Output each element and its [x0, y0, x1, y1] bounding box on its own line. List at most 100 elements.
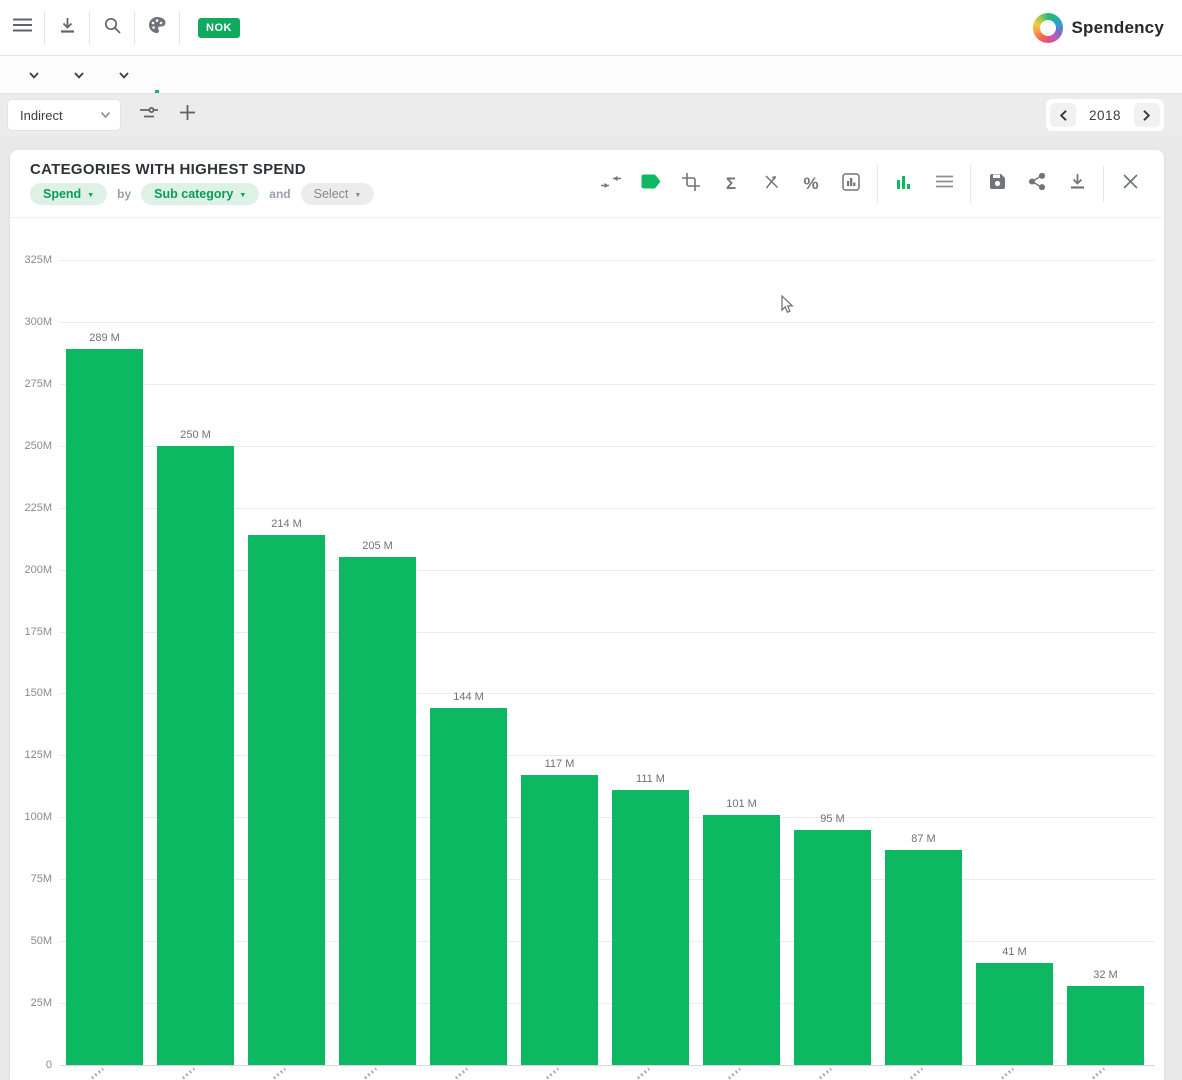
bar-sub-category-9[interactable] — [794, 830, 871, 1065]
chart-toolbar: Σ% — [591, 150, 1150, 218]
bar-sub-category-8[interactable] — [703, 815, 780, 1065]
select-pill-label: Select — [314, 187, 349, 201]
save-button[interactable] — [977, 164, 1017, 204]
bar-sub-category-6[interactable] — [521, 775, 598, 1065]
x-axis-label-cutoff — [364, 1068, 377, 1080]
save-icon — [989, 173, 1006, 195]
plot-area: 289 M250 M214 M205 M144 M117 M111 M101 M… — [60, 260, 1155, 1065]
percent-button[interactable]: % — [791, 164, 831, 204]
merge-arrows-button[interactable] — [591, 164, 631, 204]
x-axis-label-cutoff — [819, 1068, 832, 1080]
menu-button[interactable] — [0, 0, 44, 56]
y-axis-tick-label: 300M — [10, 316, 52, 328]
sigma-icon: Σ — [726, 174, 736, 194]
next-year-button[interactable] — [1134, 103, 1160, 127]
tab-categories[interactable] — [143, 56, 171, 93]
year-navigator: 2018 — [1046, 99, 1164, 131]
brand-name: Spendency — [1072, 18, 1165, 38]
filter-button[interactable] — [130, 100, 168, 130]
download-icon — [59, 17, 76, 39]
bar-sub-category-10[interactable] — [885, 850, 962, 1065]
crop-button[interactable] — [671, 164, 711, 204]
list-button[interactable] — [924, 164, 964, 204]
percent-icon: % — [803, 174, 818, 194]
tab-standard-spaces[interactable] — [8, 56, 53, 93]
download-button[interactable] — [45, 0, 89, 56]
summary-stats — [545, 0, 650, 56]
palette-icon — [148, 16, 166, 39]
list-icon — [936, 175, 953, 193]
bar-value-label: 87 M — [885, 833, 962, 845]
tab-my-spaces[interactable] — [53, 56, 98, 93]
previous-year-button[interactable] — [1050, 103, 1076, 127]
x-axis-label-cutoff — [91, 1068, 104, 1080]
bar-sub-category-3[interactable] — [248, 535, 325, 1065]
share-button[interactable] — [1017, 164, 1057, 204]
measure-pill[interactable]: Spend▼ — [30, 183, 107, 205]
y-axis-tick-label: 200M — [10, 564, 52, 576]
filter-icon — [140, 106, 158, 124]
bar-chart-icon — [896, 174, 912, 195]
group-by-pill[interactable]: Sub category▼ — [141, 183, 259, 205]
chevron-down-icon: ▼ — [354, 192, 361, 199]
measure-selectors: Spend▼ by Sub category▼ and Select▼ — [30, 183, 374, 205]
y-axis-tick-label: 225M — [10, 502, 52, 514]
theme-button[interactable] — [135, 0, 179, 56]
search-button[interactable] — [90, 0, 134, 56]
toolbar-divider — [970, 166, 971, 202]
add-widget-button[interactable] — [168, 100, 206, 130]
search-icon — [104, 17, 121, 39]
chart-area: 325M300M275M250M225M200M175M150M125M100M… — [10, 218, 1164, 1080]
chart-panel: CATEGORIES WITH HIGHEST SPEND Spend▼ by … — [10, 150, 1164, 1080]
x-axis-label-cutoff — [728, 1068, 741, 1080]
bar-value-label: 289 M — [66, 332, 143, 344]
bar-sub-category-2[interactable] — [157, 446, 234, 1065]
bar-chart-button[interactable] — [884, 164, 924, 204]
tab-shared-spaces[interactable] — [98, 56, 143, 93]
no-sort-button[interactable] — [751, 164, 791, 204]
secondary-group-pill[interactable]: Select ▼ — [301, 183, 375, 205]
label-tag-icon — [641, 174, 661, 194]
bar-value-label: 214 M — [248, 518, 325, 530]
sigma-button[interactable]: Σ — [711, 164, 751, 204]
chart-box-button[interactable] — [831, 164, 871, 204]
close-button[interactable] — [1110, 164, 1150, 204]
close-icon — [1123, 174, 1138, 194]
x-axis-label-cutoff — [182, 1068, 195, 1080]
chevron-down-icon: ▼ — [239, 192, 246, 199]
spendency-logo-icon — [1033, 13, 1063, 43]
add-icon — [180, 105, 195, 125]
toolbar-divider — [1103, 166, 1104, 202]
crop-icon — [682, 173, 700, 196]
share-icon — [1029, 173, 1045, 195]
y-axis-tick-label: 100M — [10, 811, 52, 823]
bar-sub-category-12[interactable] — [1067, 986, 1144, 1065]
y-axis-tick-label: 125M — [10, 749, 52, 761]
y-axis-tick-label: 275M — [10, 378, 52, 390]
bar-sub-category-7[interactable] — [612, 790, 689, 1065]
y-axis-tick-label: 175M — [10, 626, 52, 638]
download-icon — [1069, 173, 1086, 195]
download-button[interactable] — [1057, 164, 1097, 204]
y-axis-tick-label: 325M — [10, 254, 52, 266]
bar-sub-category-1[interactable] — [66, 349, 143, 1065]
label-tag-button[interactable] — [631, 164, 671, 204]
x-axis-label-cutoff — [546, 1068, 559, 1080]
tab-transactions[interactable] — [199, 56, 227, 93]
bar-value-label: 95 M — [794, 813, 871, 825]
y-axis: 325M300M275M250M225M200M175M150M125M100M… — [10, 260, 52, 1065]
bar-value-label: 111 M — [612, 773, 689, 785]
tab-suppliers[interactable] — [171, 56, 199, 93]
currency-badge[interactable]: NOK — [198, 18, 240, 38]
dimension-select[interactable]: Indirect — [8, 100, 120, 130]
x-axis-label-cutoff — [273, 1068, 286, 1080]
bar-value-label: 101 M — [703, 798, 780, 810]
bar-sub-category-5[interactable] — [430, 708, 507, 1065]
bar-value-label: 205 M — [339, 540, 416, 552]
bar-sub-category-11[interactable] — [976, 963, 1053, 1065]
tab-gl-account[interactable] — [227, 56, 255, 93]
panel-title: CATEGORIES WITH HIGHEST SPEND — [30, 161, 306, 178]
bar-sub-category-4[interactable] — [339, 557, 416, 1065]
x-axis-label-cutoff — [637, 1068, 650, 1080]
chevron-right-icon — [1143, 110, 1150, 121]
